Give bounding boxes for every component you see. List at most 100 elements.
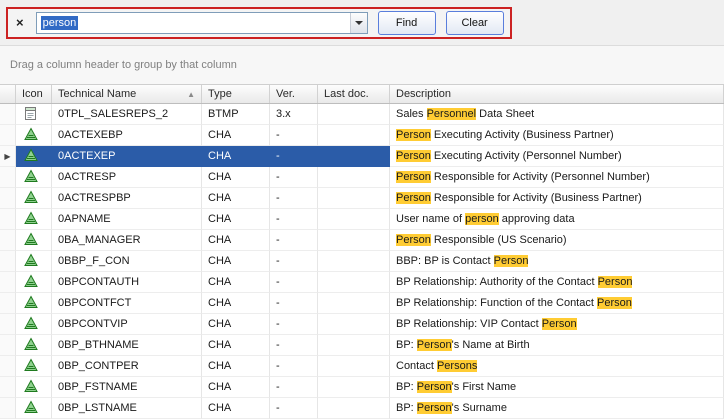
last-doc-cell [318,209,390,230]
column-header-last-doc[interactable]: Last doc. [318,85,390,103]
table-row[interactable]: 0APNAMECHA-User name of person approving… [0,209,724,230]
search-match-highlight: Person [396,171,431,183]
type-cell: CHA [202,167,270,188]
description-cell: Contact Persons [390,356,724,377]
table-row[interactable]: 0BP_LSTNAMECHA-BP: Person's Surname [0,398,724,419]
characteristic-icon [24,232,38,251]
row-indicator-cell [0,314,16,335]
current-row-arrow-icon: ▶ [4,152,10,161]
type-cell: CHA [202,314,270,335]
find-button[interactable]: Find [378,11,436,35]
column-header-label: Icon [22,88,43,100]
technical-name-cell: 0ACTRESPBP [52,188,202,209]
search-match-highlight: Person [417,402,452,414]
icon-cell [16,167,52,188]
description-cell: Person Responsible (US Scenario) [390,230,724,251]
search-match-highlight: Person [396,234,431,246]
type-cell: CHA [202,230,270,251]
table-row[interactable]: 0BP_BTHNAMECHA-BP: Person's Name at Birt… [0,335,724,356]
column-header-icon[interactable]: Icon [16,85,52,103]
row-indicator-cell [0,356,16,377]
characteristic-icon [24,379,38,398]
row-indicator-cell [0,377,16,398]
table-row[interactable]: 0BPCONTAUTHCHA-BP Relationship: Authorit… [0,272,724,293]
icon-cell [16,356,52,377]
characteristic-icon [24,211,38,230]
icon-cell [16,125,52,146]
table-row[interactable]: 0BP_FSTNAMECHA-BP: Person's First Name [0,377,724,398]
column-header-description[interactable]: Description [390,85,724,103]
type-cell: CHA [202,209,270,230]
close-icon[interactable]: × [14,16,26,29]
description-cell: Person Responsible for Activity (Busines… [390,188,724,209]
combo-dropdown-button[interactable] [350,13,367,33]
table-row[interactable]: 0BPCONTFCTCHA-BP Relationship: Function … [0,293,724,314]
column-header-technical-name[interactable]: Technical Name▲ [52,85,202,103]
last-doc-cell [318,356,390,377]
icon-cell [16,377,52,398]
table-row[interactable]: 0BBP_F_CONCHA-BBP: BP is Contact Person [0,251,724,272]
results-grid: Icon Technical Name▲Type Ver. Last doc.Desc… [0,84,724,419]
column-header-type[interactable]: Type [202,85,270,103]
last-doc-cell [318,251,390,272]
icon-cell [16,251,52,272]
ver-cell: - [270,146,318,167]
type-cell: CHA [202,125,270,146]
table-row[interactable]: 0BP_CONTPERCHA-Contact Persons [0,356,724,377]
column-header-label: Ver. [276,88,295,100]
last-doc-cell [318,188,390,209]
characteristic-icon [24,358,38,377]
table-row[interactable]: 0ACTRESPBPCHA-Person Responsible for Act… [0,188,724,209]
search-input[interactable]: person [36,12,368,34]
ver-cell: - [270,398,318,419]
search-match-highlight: Person [494,255,529,267]
table-row[interactable]: 0BPCONTVIPCHA-BP Relationship: VIP Conta… [0,314,724,335]
table-row[interactable]: ▶0ACTEXEPCHA-Person Executing Activity (… [0,146,724,167]
description-cell: BP Relationship: Function of the Contact… [390,293,724,314]
search-toolbar: × person Find Clear [0,0,724,46]
search-match-highlight: Person [417,381,452,393]
last-doc-cell [318,398,390,419]
ver-cell: - [270,272,318,293]
clear-button[interactable]: Clear [446,11,504,35]
characteristic-icon [24,274,38,293]
table-row[interactable]: 0BA_MANAGERCHA-Person Responsible (US Sc… [0,230,724,251]
type-cell: CHA [202,272,270,293]
group-by-panel[interactable]: Drag a column header to group by that co… [0,46,724,84]
sort-ascending-icon: ▲ [187,90,195,99]
search-match-highlight: Person [542,318,577,330]
description-cell: Person Executing Activity (Business Part… [390,125,724,146]
last-doc-cell [318,125,390,146]
type-cell: CHA [202,146,270,167]
description-cell: Person Responsible for Activity (Personn… [390,167,724,188]
row-indicator-cell [0,104,16,125]
ver-cell: - [270,167,318,188]
last-doc-cell [318,293,390,314]
search-match-highlight: Personnel [427,108,477,120]
table-row[interactable]: 0ACTRESPCHA-Person Responsible for Activ… [0,167,724,188]
search-match-highlight: Person [396,129,431,141]
search-match-highlight: person [465,213,499,225]
characteristic-icon [24,400,38,419]
technical-name-cell: 0BP_FSTNAME [52,377,202,398]
type-cell: CHA [202,377,270,398]
row-indicator-cell [0,398,16,419]
description-cell: BBP: BP is Contact Person [390,251,724,272]
search-match-highlight: Person [417,339,452,351]
last-doc-cell [318,146,390,167]
header-indicator-cell [0,85,16,103]
table-row[interactable]: 0ACTEXEBPCHA-Person Executing Activity (… [0,125,724,146]
row-indicator-cell [0,251,16,272]
row-indicator-cell [0,230,16,251]
search-match-highlight: Person [597,297,632,309]
column-header-ver[interactable]: Ver. [270,85,318,103]
row-indicator-cell [0,272,16,293]
technical-name-cell: 0APNAME [52,209,202,230]
table-row[interactable]: 0TPL_SALESREPS_2BTMP3.xSales Personnel D… [0,104,724,125]
ver-cell: - [270,251,318,272]
description-cell: BP: Person's Name at Birth [390,335,724,356]
chevron-down-icon [355,21,363,25]
characteristic-icon [24,316,38,335]
last-doc-cell [318,272,390,293]
last-doc-cell [318,104,390,125]
